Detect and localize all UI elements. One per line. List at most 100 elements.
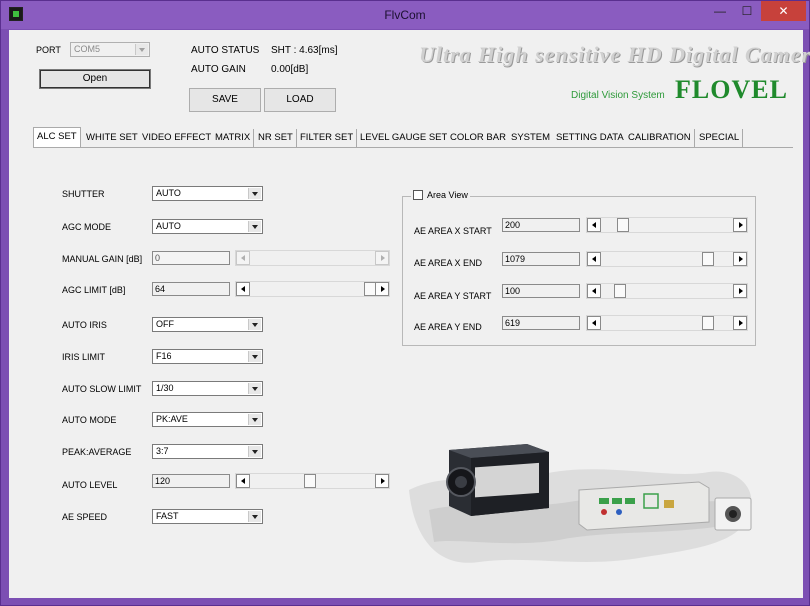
tab-strip: ALC SET WHITE SET VIDEO EFFECT MATRIX NR… bbox=[33, 127, 793, 147]
banner-title: Ultra High sensitive HD Digital Camera bbox=[419, 42, 810, 67]
ae-area-x-start-label: AE AREA X START bbox=[414, 226, 492, 236]
scroll-left-icon[interactable] bbox=[587, 316, 601, 330]
manual-gain-value: 0 bbox=[152, 251, 230, 265]
chevron-down-icon bbox=[248, 414, 261, 425]
tab-nr-set[interactable]: NR SET bbox=[255, 129, 297, 147]
auto-gain-label: AUTO GAIN bbox=[191, 64, 246, 75]
tab-calibration[interactable]: CALIBRATION bbox=[625, 129, 695, 147]
ae-area-x-start-slider[interactable] bbox=[586, 217, 748, 233]
ae-area-y-start-label: AE AREA Y START bbox=[414, 291, 492, 301]
tab-level-gauge-set[interactable]: LEVEL GAUGE SET bbox=[357, 129, 452, 147]
controller-unit-image bbox=[578, 481, 710, 531]
auto-iris-select[interactable]: OFF bbox=[152, 317, 263, 332]
ae-speed-label: AE SPEED bbox=[62, 512, 108, 522]
area-view-group: Area View AE AREA X START 200 AE AREA X … bbox=[402, 190, 756, 346]
chevron-down-icon bbox=[248, 221, 261, 232]
tab-matrix[interactable]: MATRIX bbox=[212, 129, 255, 147]
chevron-down-icon bbox=[248, 446, 261, 457]
chevron-down-icon bbox=[248, 319, 261, 330]
area-view-title[interactable]: Area View bbox=[411, 190, 470, 200]
tab-system[interactable]: SYSTEM bbox=[508, 129, 555, 147]
scroll-right-icon bbox=[375, 251, 389, 265]
scroll-right-icon[interactable] bbox=[375, 474, 389, 488]
peak-average-label: PEAK:AVERAGE bbox=[62, 447, 132, 457]
auto-gain-value: 0.00[dB] bbox=[271, 64, 309, 75]
client-area: PORT COM5 Open AUTO STATUS SHT : 4.63[ms… bbox=[9, 30, 810, 598]
agc-limit-value: 64 bbox=[152, 282, 230, 296]
auto-status-label: AUTO STATUS bbox=[191, 45, 260, 56]
ae-area-y-start-value: 100 bbox=[502, 284, 580, 298]
shutter-select[interactable]: AUTO bbox=[152, 186, 263, 201]
chevron-down-icon bbox=[135, 44, 148, 55]
chevron-down-icon bbox=[248, 351, 261, 362]
manual-gain-label: MANUAL GAIN [dB] bbox=[62, 254, 143, 264]
manual-gain-slider bbox=[235, 250, 390, 266]
ae-area-y-end-thumb[interactable] bbox=[702, 316, 714, 330]
tab-setting-data[interactable]: SETTING DATA bbox=[553, 129, 628, 147]
ae-area-y-end-slider[interactable] bbox=[586, 315, 748, 331]
app-window: FlvCom — ☐ ✕ PORT COM5 Open AUTO STATUS … bbox=[0, 0, 810, 606]
title-bar[interactable]: FlvCom — ☐ ✕ bbox=[1, 1, 809, 29]
scroll-right-icon[interactable] bbox=[733, 284, 747, 298]
window-title: FlvCom bbox=[384, 8, 426, 22]
ae-area-x-end-slider[interactable] bbox=[586, 251, 748, 267]
ae-area-y-start-thumb[interactable] bbox=[614, 284, 626, 298]
open-button[interactable]: Open bbox=[39, 69, 151, 89]
ae-area-x-start-thumb[interactable] bbox=[617, 218, 629, 232]
peak-average-select[interactable]: 3:7 bbox=[152, 444, 263, 459]
remote-unit-image bbox=[714, 497, 752, 531]
ae-area-x-end-label: AE AREA X END bbox=[414, 258, 483, 268]
agc-limit-slider[interactable] bbox=[235, 281, 390, 297]
ae-area-x-end-thumb[interactable] bbox=[702, 252, 714, 266]
tab-filter-set[interactable]: FILTER SET bbox=[297, 129, 358, 147]
auto-slow-limit-select[interactable]: 1/30 bbox=[152, 381, 263, 396]
maximize-button[interactable]: ☐ bbox=[734, 1, 760, 21]
close-button[interactable]: ✕ bbox=[761, 1, 806, 21]
product-photo bbox=[409, 444, 752, 563]
camera-body-image bbox=[446, 444, 549, 516]
auto-level-label: AUTO LEVEL bbox=[62, 480, 118, 490]
tab-special[interactable]: SPECIAL bbox=[696, 129, 744, 147]
shutter-label: SHUTTER bbox=[62, 189, 105, 199]
chevron-down-icon bbox=[248, 511, 261, 522]
load-button[interactable]: LOAD bbox=[264, 88, 336, 112]
chevron-down-icon bbox=[248, 383, 261, 394]
banner-tagline: Digital Vision System bbox=[571, 90, 665, 101]
auto-mode-select[interactable]: PK:AVE bbox=[152, 412, 263, 427]
scroll-right-icon[interactable] bbox=[733, 316, 747, 330]
ae-speed-select[interactable]: FAST bbox=[152, 509, 263, 524]
port-label: PORT bbox=[36, 45, 61, 55]
tab-video-effect[interactable]: VIDEO EFFECT bbox=[139, 129, 216, 147]
iris-limit-select[interactable]: F16 bbox=[152, 349, 263, 364]
scroll-left-icon[interactable] bbox=[587, 218, 601, 232]
agc-limit-label: AGC LIMIT [dB] bbox=[62, 285, 126, 295]
port-select[interactable]: COM5 bbox=[70, 42, 150, 57]
auto-level-thumb[interactable] bbox=[304, 474, 316, 488]
auto-status-value: SHT : 4.63[ms] bbox=[271, 45, 338, 56]
ae-area-x-end-value: 1079 bbox=[502, 252, 580, 266]
scroll-right-icon[interactable] bbox=[733, 252, 747, 266]
save-button[interactable]: SAVE bbox=[189, 88, 261, 112]
ae-area-x-start-value: 200 bbox=[502, 218, 580, 232]
scroll-left-icon[interactable] bbox=[587, 252, 601, 266]
scroll-left-icon[interactable] bbox=[236, 474, 250, 488]
tab-alc-set[interactable]: ALC SET bbox=[33, 127, 81, 147]
auto-level-slider[interactable] bbox=[235, 473, 390, 489]
tab-color-bar[interactable]: COLOR BAR bbox=[447, 129, 510, 147]
scroll-right-icon[interactable] bbox=[375, 282, 389, 296]
tab-white-set[interactable]: WHITE SET bbox=[83, 129, 142, 147]
ae-area-y-end-value: 619 bbox=[502, 316, 580, 330]
ae-area-y-start-slider[interactable] bbox=[586, 283, 748, 299]
iris-limit-label: IRIS LIMIT bbox=[62, 352, 106, 362]
auto-mode-label: AUTO MODE bbox=[62, 415, 117, 425]
scroll-left-icon[interactable] bbox=[587, 284, 601, 298]
area-view-checkbox[interactable] bbox=[413, 190, 423, 200]
brand-logo: FLOVEL bbox=[675, 75, 788, 104]
minimize-button[interactable]: — bbox=[707, 1, 733, 21]
scroll-left-icon bbox=[236, 251, 250, 265]
auto-level-value: 120 bbox=[152, 474, 230, 488]
scroll-left-icon[interactable] bbox=[236, 282, 250, 296]
agc-mode-select[interactable]: AUTO bbox=[152, 219, 263, 234]
scroll-right-icon[interactable] bbox=[733, 218, 747, 232]
auto-slow-limit-label: AUTO SLOW LIMIT bbox=[62, 384, 142, 394]
